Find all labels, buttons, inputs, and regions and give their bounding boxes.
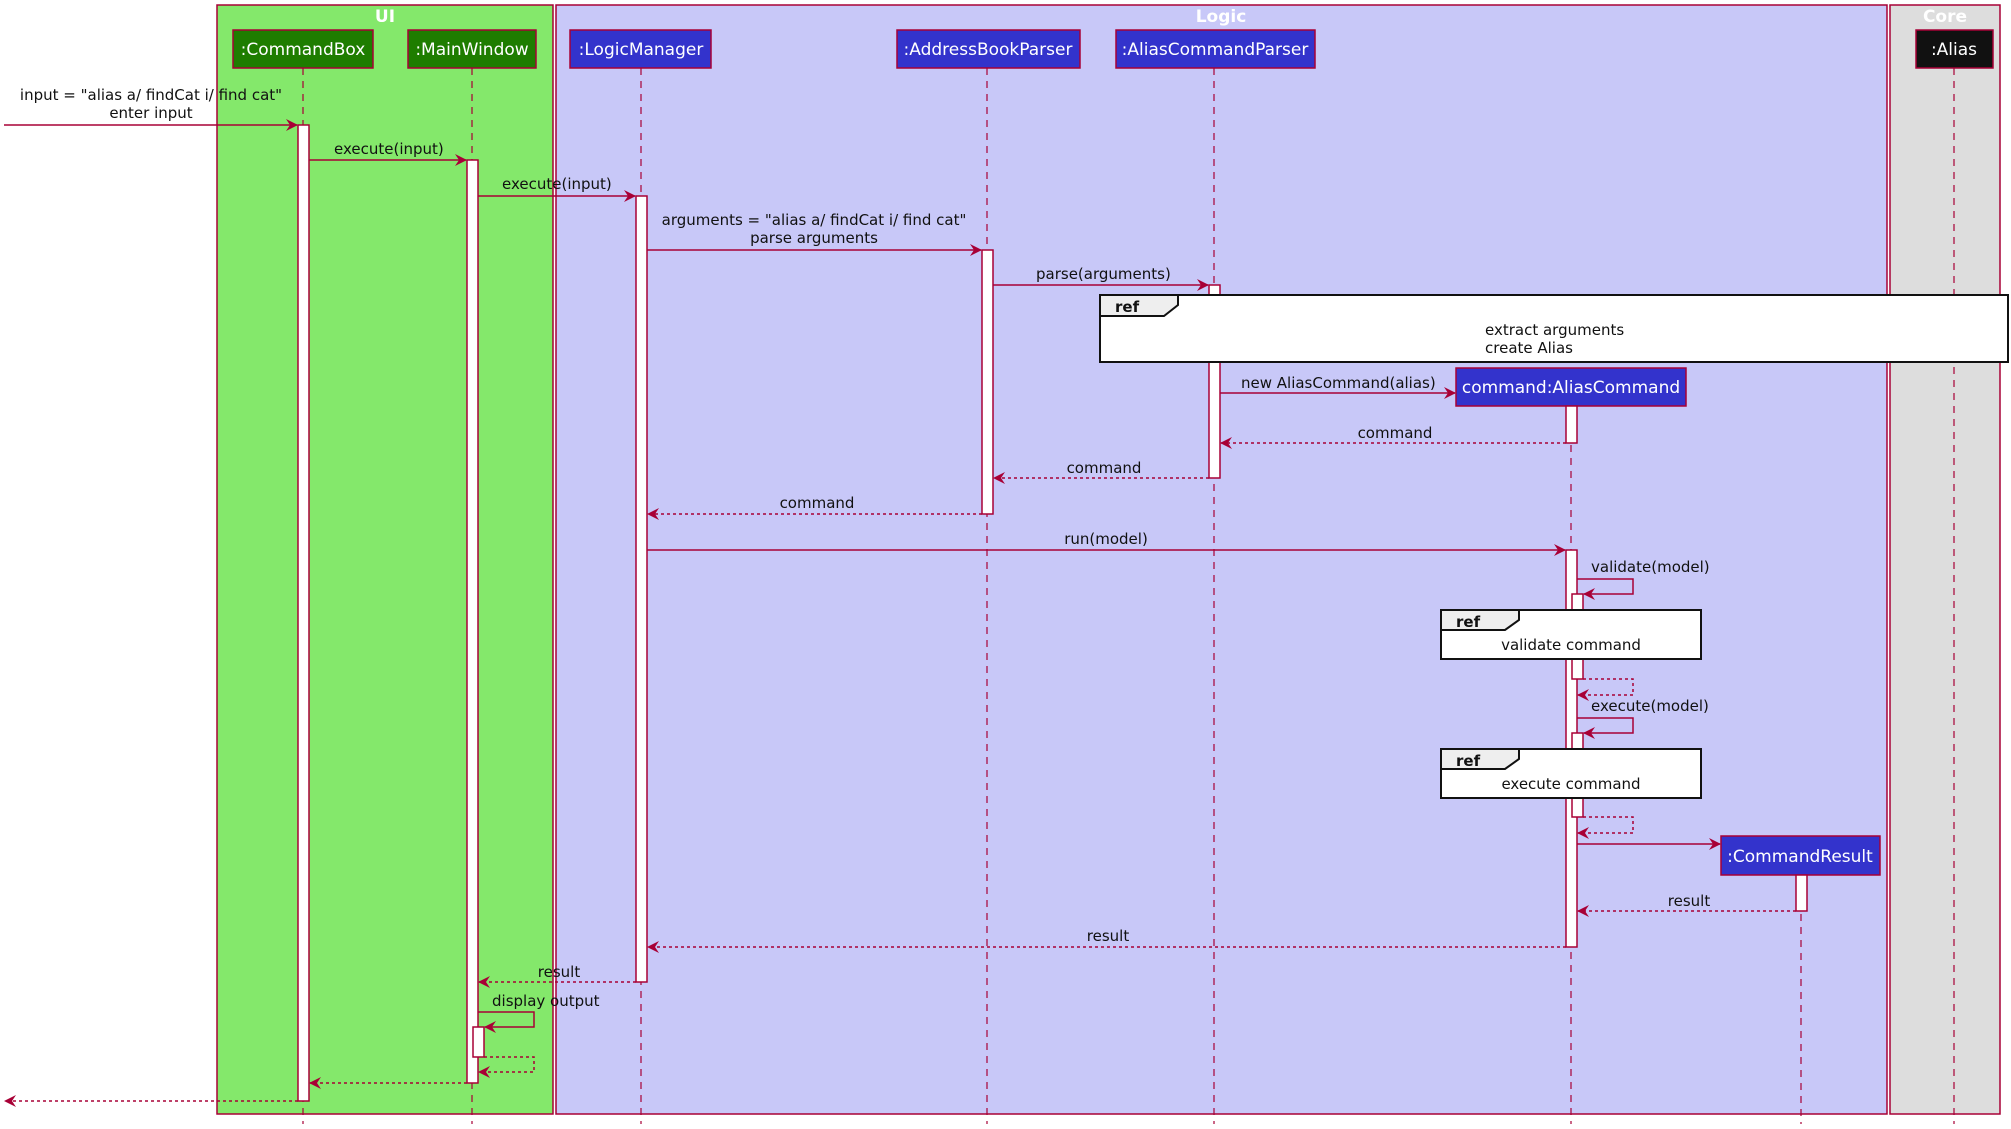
participant-commandresult: :CommandResult <box>1720 835 1881 876</box>
participant-logicmanager-label: :LogicManager <box>579 40 704 60</box>
ref-frame-extract-line-1: extract arguments <box>1485 321 1624 339</box>
label-execute-input-1: execute(input) <box>334 140 444 158</box>
ref-frame-validate-line-1: validate command <box>1501 636 1641 654</box>
participant-mainwindow-label: :MainWindow <box>415 40 528 60</box>
label-return-command-3: command <box>780 494 855 512</box>
activation-commandbox <box>297 124 310 1102</box>
participant-aliascommand-label: command:AliasCommand <box>1462 378 1680 398</box>
activation-commandresult <box>1795 874 1808 912</box>
participant-commandresult-label: :CommandResult <box>1727 847 1873 867</box>
ref-frame-validate: ref validate command <box>1440 609 1702 660</box>
label-execute-model: execute(model) <box>1591 697 1709 715</box>
ref-frame-execute: ref execute command <box>1440 748 1702 799</box>
group-ui: UI <box>216 4 554 1115</box>
participant-aliascommand: command:AliasCommand <box>1455 367 1687 407</box>
group-ui-title: UI <box>375 7 395 27</box>
group-ui-box <box>216 4 554 1115</box>
label-return-result-2: result <box>1087 927 1130 945</box>
activation-mainwindow <box>466 159 479 1084</box>
participant-commandbox-label: :CommandBox <box>241 40 366 60</box>
activation-logicmanager <box>635 195 648 983</box>
participant-aliascommandparser-label: :AliasCommandParser <box>1122 40 1309 60</box>
group-core-title: Core <box>1923 7 1967 27</box>
participant-aliascommandparser: :AliasCommandParser <box>1115 29 1316 69</box>
ref-frame-extract-tag-label: ref <box>1115 298 1140 316</box>
participant-alias-label: :Alias <box>1931 40 1977 60</box>
label-return-command-1: command <box>1358 424 1433 442</box>
participant-commandbox: :CommandBox <box>232 29 374 69</box>
participant-addressbookparser-label: :AddressBookParser <box>904 40 1073 60</box>
label-parse-arguments-line-1: arguments = "alias a/ findCat i/ find ca… <box>662 211 967 229</box>
participant-mainwindow: :MainWindow <box>407 29 537 69</box>
ref-frame-execute-tag-label: ref <box>1456 752 1481 770</box>
label-validate-model: validate(model) <box>1591 558 1710 576</box>
participant-logicmanager: :LogicManager <box>569 29 712 69</box>
label-new-aliascommand: new AliasCommand(alias) <box>1241 374 1436 392</box>
group-core-box <box>1889 4 2001 1115</box>
label-parse-arguments-call: parse(arguments) <box>1036 265 1171 283</box>
activation-addressbookparser <box>981 249 994 515</box>
activation-aliascommand-create <box>1565 405 1578 444</box>
group-core: Core <box>1889 4 2001 1115</box>
participant-alias: :Alias <box>1915 29 1994 69</box>
participant-addressbookparser: :AddressBookParser <box>896 29 1081 69</box>
ref-frame-extract-line-2: create Alias <box>1485 339 1573 357</box>
label-run-model: run(model) <box>1064 530 1148 548</box>
label-parse-arguments-line-2: parse arguments <box>750 229 878 247</box>
ref-frame-execute-line-1: execute command <box>1501 775 1640 793</box>
label-return-command-2: command <box>1067 459 1142 477</box>
ref-frame-extract: ref extract arguments create Alias <box>1099 294 2009 363</box>
group-logic-title: Logic <box>1196 7 1247 27</box>
label-return-result-1: result <box>1668 892 1711 910</box>
label-return-result-3: result <box>538 963 581 981</box>
label-display-output: display output <box>492 992 600 1010</box>
label-enter-input-line-1: input = "alias a/ findCat i/ find cat" <box>20 86 282 104</box>
label-execute-input-2: execute(input) <box>502 175 612 193</box>
label-enter-input-line-2: enter input <box>109 104 192 122</box>
activation-mainwindow-display <box>472 1026 485 1058</box>
ref-frame-validate-tag-label: ref <box>1456 613 1481 631</box>
sequence-diagram: UI Logic Core :CommandBox :MainWindow :L… <box>4 4 2009 1124</box>
